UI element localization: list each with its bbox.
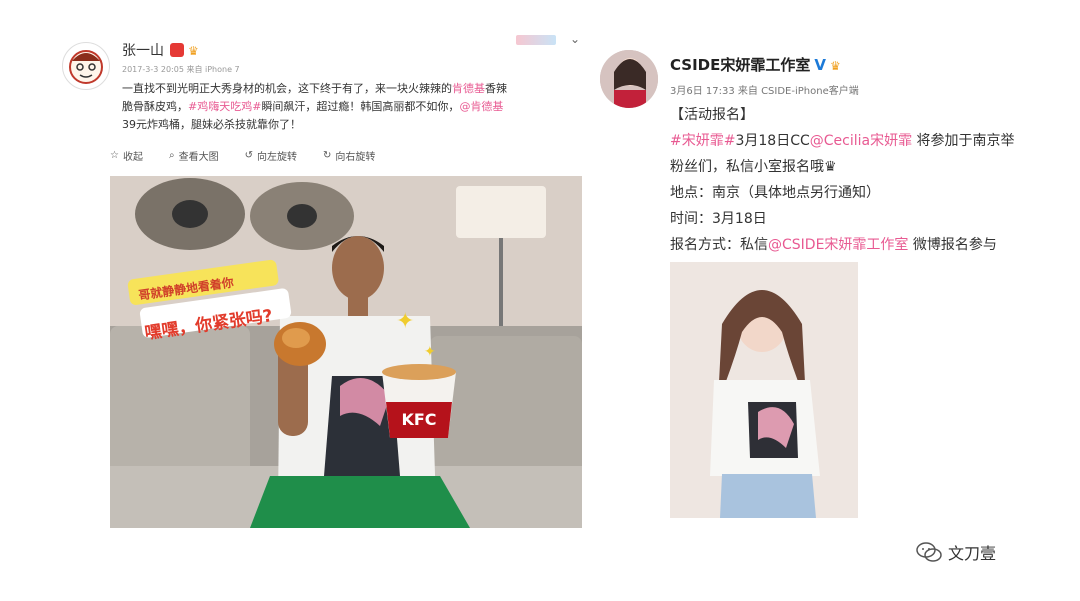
wechat-icon bbox=[916, 542, 942, 562]
watermark-text: 文刀壹 bbox=[948, 544, 997, 563]
link-mention[interactable]: 肯德基 bbox=[452, 82, 485, 95]
weibo-post-zhang: 张一山 ♛ 2017-3-3 20:05 来自 iPhone 7 ⌄ 一直找不到光… bbox=[40, 18, 600, 538]
post-text-line: 粉丝们，私信小室报名哦♛ bbox=[670, 154, 1050, 180]
post-text-line: #宋妍霏#3月18日CC@Cecilia宋妍霏 将参加于南京举 bbox=[670, 128, 1050, 154]
post-text-line: 一直找不到光明正大秀身材的机会，这下终于有了，来一块火辣辣的肯德基香辣 bbox=[122, 80, 592, 98]
text-segment: 粉丝们，私信小室报名哦♛ bbox=[670, 159, 837, 175]
chevron-down-icon[interactable]: ⌄ bbox=[570, 32, 580, 46]
cartoon-face-icon bbox=[69, 50, 103, 84]
text-segment: 香辣 bbox=[485, 82, 507, 95]
post-photo[interactable]: KFC ✦ ✦ 哥就静静地看着你 嘿嘿，你紧张吗? bbox=[110, 176, 582, 528]
avatar[interactable] bbox=[600, 50, 658, 108]
link-mention[interactable]: #鸡嗨天吃鸡# bbox=[188, 100, 261, 113]
weibo-post-cside: CSIDE宋妍霏工作室 V ♛ 3月6日 17:33 来自 CSIDE-iPhone… bbox=[588, 30, 1058, 530]
post-options[interactable]: ⌄ bbox=[516, 32, 580, 46]
post-text-line: 【活动报名】 bbox=[670, 102, 1050, 128]
text-segment: 将参加于南京举 bbox=[912, 133, 1015, 149]
post-meta: 2017-3-3 20:05 来自 iPhone 7 bbox=[122, 65, 240, 74]
text-segment: 时间：3月18日 bbox=[670, 211, 767, 227]
link-mention[interactable]: @肯德基 bbox=[459, 100, 503, 113]
toolbar-rotate-left[interactable]: ↺ 向左旋转 bbox=[245, 148, 297, 163]
user-name-text[interactable]: CSIDE宋妍霏工作室 bbox=[670, 56, 810, 74]
toolbar-label: 查看大图 bbox=[178, 152, 219, 163]
post-text-line: 时间：3月18日 bbox=[670, 206, 1050, 232]
text-segment: 3月18日CC bbox=[735, 133, 810, 149]
text-segment: 脆骨酥皮鸡， bbox=[122, 100, 188, 113]
link-mention[interactable]: @CSIDE宋妍霏工作室 bbox=[768, 237, 908, 253]
rotate-left-icon: ↺ bbox=[244, 150, 253, 161]
post-photo[interactable] bbox=[670, 262, 858, 518]
link-mention[interactable]: #宋妍霏# bbox=[670, 133, 735, 149]
post-text: 一直找不到光明正大秀身材的机会，这下终于有了，来一块火辣辣的肯德基香辣 脆骨酥皮鸡… bbox=[122, 80, 592, 134]
text-segment: 一直找不到光明正大秀身材的机会，这下终于有了，来一块火辣辣的 bbox=[122, 82, 452, 95]
watermark: 文刀壹 bbox=[916, 540, 996, 564]
text-segment: 【活动报名】 bbox=[670, 107, 754, 123]
photo-woman-tshirt bbox=[670, 262, 858, 518]
text-segment: 地点：南京（具体地点另行通知） bbox=[670, 185, 880, 201]
post-text: 【活动报名】 #宋妍霏#3月18日CC@Cecilia宋妍霏 将参加于南京举粉丝们… bbox=[670, 102, 1050, 258]
svg-text:✦: ✦ bbox=[424, 344, 436, 360]
star-icon: ☆ bbox=[110, 150, 119, 161]
bucket-label: KFC bbox=[401, 410, 436, 429]
text-segment: 微博报名参与 bbox=[908, 237, 997, 253]
text-segment: 报名方式：私信 bbox=[670, 237, 768, 253]
post-meta: 3月6日 17:33 来自 CSIDE-iPhone客户端 bbox=[670, 86, 859, 97]
crown-icon: ♛ bbox=[188, 44, 199, 58]
post-text-line: 地点：南京（具体地点另行通知） bbox=[670, 180, 1050, 206]
toolbar-label: 收起 bbox=[122, 152, 143, 163]
post-text-line: 39元炸鸡桶，腿妹必杀技就靠你了！ bbox=[122, 116, 592, 134]
link-mention[interactable]: @Cecilia宋妍霏 bbox=[810, 133, 912, 149]
verified-badge-icon: V bbox=[814, 56, 826, 74]
post-text-line: 脆骨酥皮鸡，#鸡嗨天吃鸡#瞬间飙汗，超过瘾！韩国高丽都不如你，@肯德基 bbox=[122, 98, 592, 116]
rotate-right-icon: ↻ bbox=[322, 150, 332, 161]
search-icon: ⌕ bbox=[168, 150, 175, 161]
fire-icon bbox=[516, 34, 557, 45]
avatar-photo-icon bbox=[600, 50, 658, 108]
toolbar-rotate-right[interactable]: ↻ 向右旋转 bbox=[323, 148, 375, 163]
crown-icon: ♛ bbox=[829, 59, 841, 73]
image-toolbar: ☆ 收起 ⌕ 查看大图 ↺ 向左旋转 ↻ 向右旋转 bbox=[110, 148, 375, 163]
toolbar-star[interactable]: ☆ 收起 bbox=[110, 148, 143, 163]
toolbar-label: 向右旋转 bbox=[335, 152, 376, 163]
user-name-text[interactable]: 张一山 bbox=[122, 43, 164, 59]
svg-text:✦: ✦ bbox=[396, 309, 414, 334]
photo-man-eating-kfc: KFC ✦ ✦ bbox=[110, 176, 582, 528]
user-name[interactable]: CSIDE宋妍霏工作室 V ♛ bbox=[670, 54, 841, 75]
user-name[interactable]: 张一山 ♛ bbox=[122, 40, 199, 60]
text-segment: 39元炸鸡桶，腿妹必杀技就靠你了！ bbox=[122, 118, 301, 131]
text-segment: 瞬间飙汗，超过瘾！韩国高丽都不如你， bbox=[261, 100, 460, 113]
toolbar-label: 向左旋转 bbox=[256, 152, 297, 163]
post-text-line: 报名方式：私信@CSIDE宋妍霏工作室 微博报名参与 bbox=[670, 232, 1050, 258]
verified-badge-icon bbox=[170, 43, 184, 57]
toolbar-search[interactable]: ⌕ 查看大图 bbox=[169, 148, 219, 163]
avatar[interactable] bbox=[62, 42, 110, 90]
